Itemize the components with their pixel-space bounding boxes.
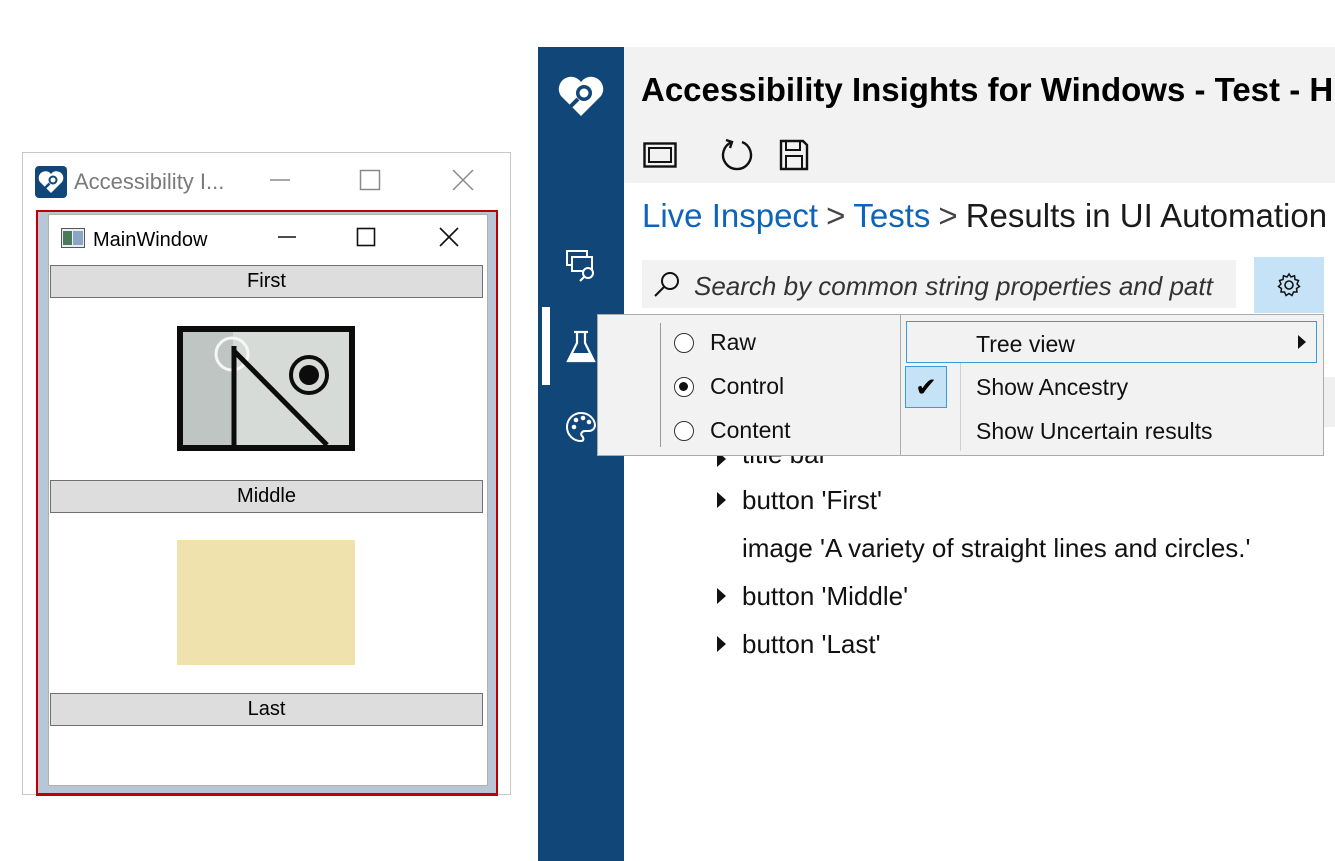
maximize-button[interactable] (350, 163, 390, 197)
menu-item-show-ancestry[interactable]: ✔ Show Ancestry (905, 365, 1317, 408)
tree-row[interactable]: button 'First' (742, 485, 882, 516)
first-button[interactable]: First (50, 265, 483, 298)
radio-raw[interactable]: Raw (674, 326, 894, 368)
heart-magnifier-icon (556, 71, 606, 121)
main-window: MainWindow First Middle Last (48, 214, 488, 786)
expand-arrow-icon[interactable] (717, 636, 726, 652)
palette-icon[interactable] (561, 407, 601, 447)
header: Accessibility Insights for Windows - Tes… (624, 47, 1335, 183)
breadcrumb-live-inspect[interactable]: Live Inspect (642, 197, 818, 234)
radio-control[interactable]: Control (674, 370, 894, 412)
highlight-frame: MainWindow First Middle Last (36, 210, 498, 796)
main-window-title: MainWindow (93, 229, 208, 251)
menu-item-label: Tree view (976, 331, 1075, 357)
main-close-button[interactable] (429, 220, 469, 254)
expand-arrow-icon[interactable] (717, 492, 726, 508)
radio-label: Raw (710, 329, 757, 355)
tree-row[interactable]: button 'Middle' (742, 581, 908, 612)
radio-label: Content (710, 417, 791, 443)
menu-item-label: Show Ancestry (976, 374, 1129, 400)
menu-item-show-uncertain[interactable]: Show Uncertain results (906, 409, 1317, 451)
main-minimize-button[interactable] (267, 220, 307, 254)
minimize-button[interactable] (260, 163, 300, 197)
radio-content[interactable]: Content (674, 414, 894, 456)
heart-magnifier-icon (35, 166, 67, 198)
breadcrumb: Live Inspect > Tests > Results in UI Automat… (642, 197, 1327, 235)
minimize-icon (278, 236, 296, 238)
tree-row[interactable]: image 'A variety of straight lines and c… (742, 533, 1251, 564)
window-app-icon (61, 228, 85, 248)
lines-and-circles-image (177, 326, 355, 451)
mini-window-title: Accessibility I... (74, 169, 225, 194)
radio-selected-dot (679, 382, 688, 391)
breadcrumb-current: Results in UI Automation (965, 197, 1328, 234)
minimize-icon (270, 179, 290, 181)
checkmark-icon: ✔ (905, 366, 947, 408)
settings-button[interactable] (1254, 257, 1324, 313)
middle-button[interactable]: Middle (50, 480, 483, 513)
flask-icon[interactable] (561, 327, 601, 367)
page-title: Accessibility Insights for Windows - Tes… (641, 71, 1334, 108)
maximize-icon (356, 227, 376, 247)
rectangle-image (177, 540, 355, 665)
menu-item-label: Show Uncertain results (976, 418, 1213, 444)
live-inspect-icon[interactable] (561, 245, 601, 285)
main-maximize-button[interactable] (346, 220, 386, 254)
main-window-titlebar[interactable]: MainWindow (49, 215, 487, 263)
radio-button[interactable] (674, 377, 694, 397)
close-button[interactable] (443, 163, 483, 197)
view-mode-menu: Raw Control Content (597, 314, 901, 456)
refresh-icon[interactable] (718, 137, 758, 173)
radio-button[interactable] (674, 333, 694, 353)
breadcrumb-separator: > (826, 197, 846, 234)
submenu-arrow-icon (1298, 335, 1306, 349)
settings-menu: Tree view ✔ Show Ancestry Show Uncertain… (900, 314, 1324, 456)
active-nav-indicator (542, 307, 550, 385)
last-button[interactable]: Last (50, 693, 483, 726)
maximize-icon (359, 169, 381, 191)
element-tree: title bar button 'First' image 'A variet… (624, 447, 1335, 861)
tree-row[interactable]: button 'Last' (742, 629, 881, 660)
mini-window-titlebar[interactable]: Accessibility I... (23, 153, 510, 210)
radio-button[interactable] (674, 421, 694, 441)
close-icon (452, 169, 474, 191)
radio-label: Control (710, 373, 785, 399)
expand-arrow-icon[interactable] (717, 588, 726, 604)
accessibility-insights-mini-window: Accessibility I... MainWindow First Midd… (22, 152, 511, 796)
close-icon (439, 227, 459, 247)
breadcrumb-separator: > (938, 197, 958, 234)
breadcrumb-tests[interactable]: Tests (853, 197, 930, 234)
gear-icon (1277, 272, 1301, 297)
search-input[interactable]: Search by common string properties and p… (642, 260, 1236, 308)
window-select-icon[interactable] (640, 137, 680, 173)
menu-item-tree-view[interactable]: Tree view (906, 321, 1317, 363)
search-icon (654, 272, 679, 297)
search-placeholder: Search by common string properties and p… (694, 271, 1213, 301)
save-icon[interactable] (774, 137, 814, 173)
menu-divider (660, 323, 661, 447)
